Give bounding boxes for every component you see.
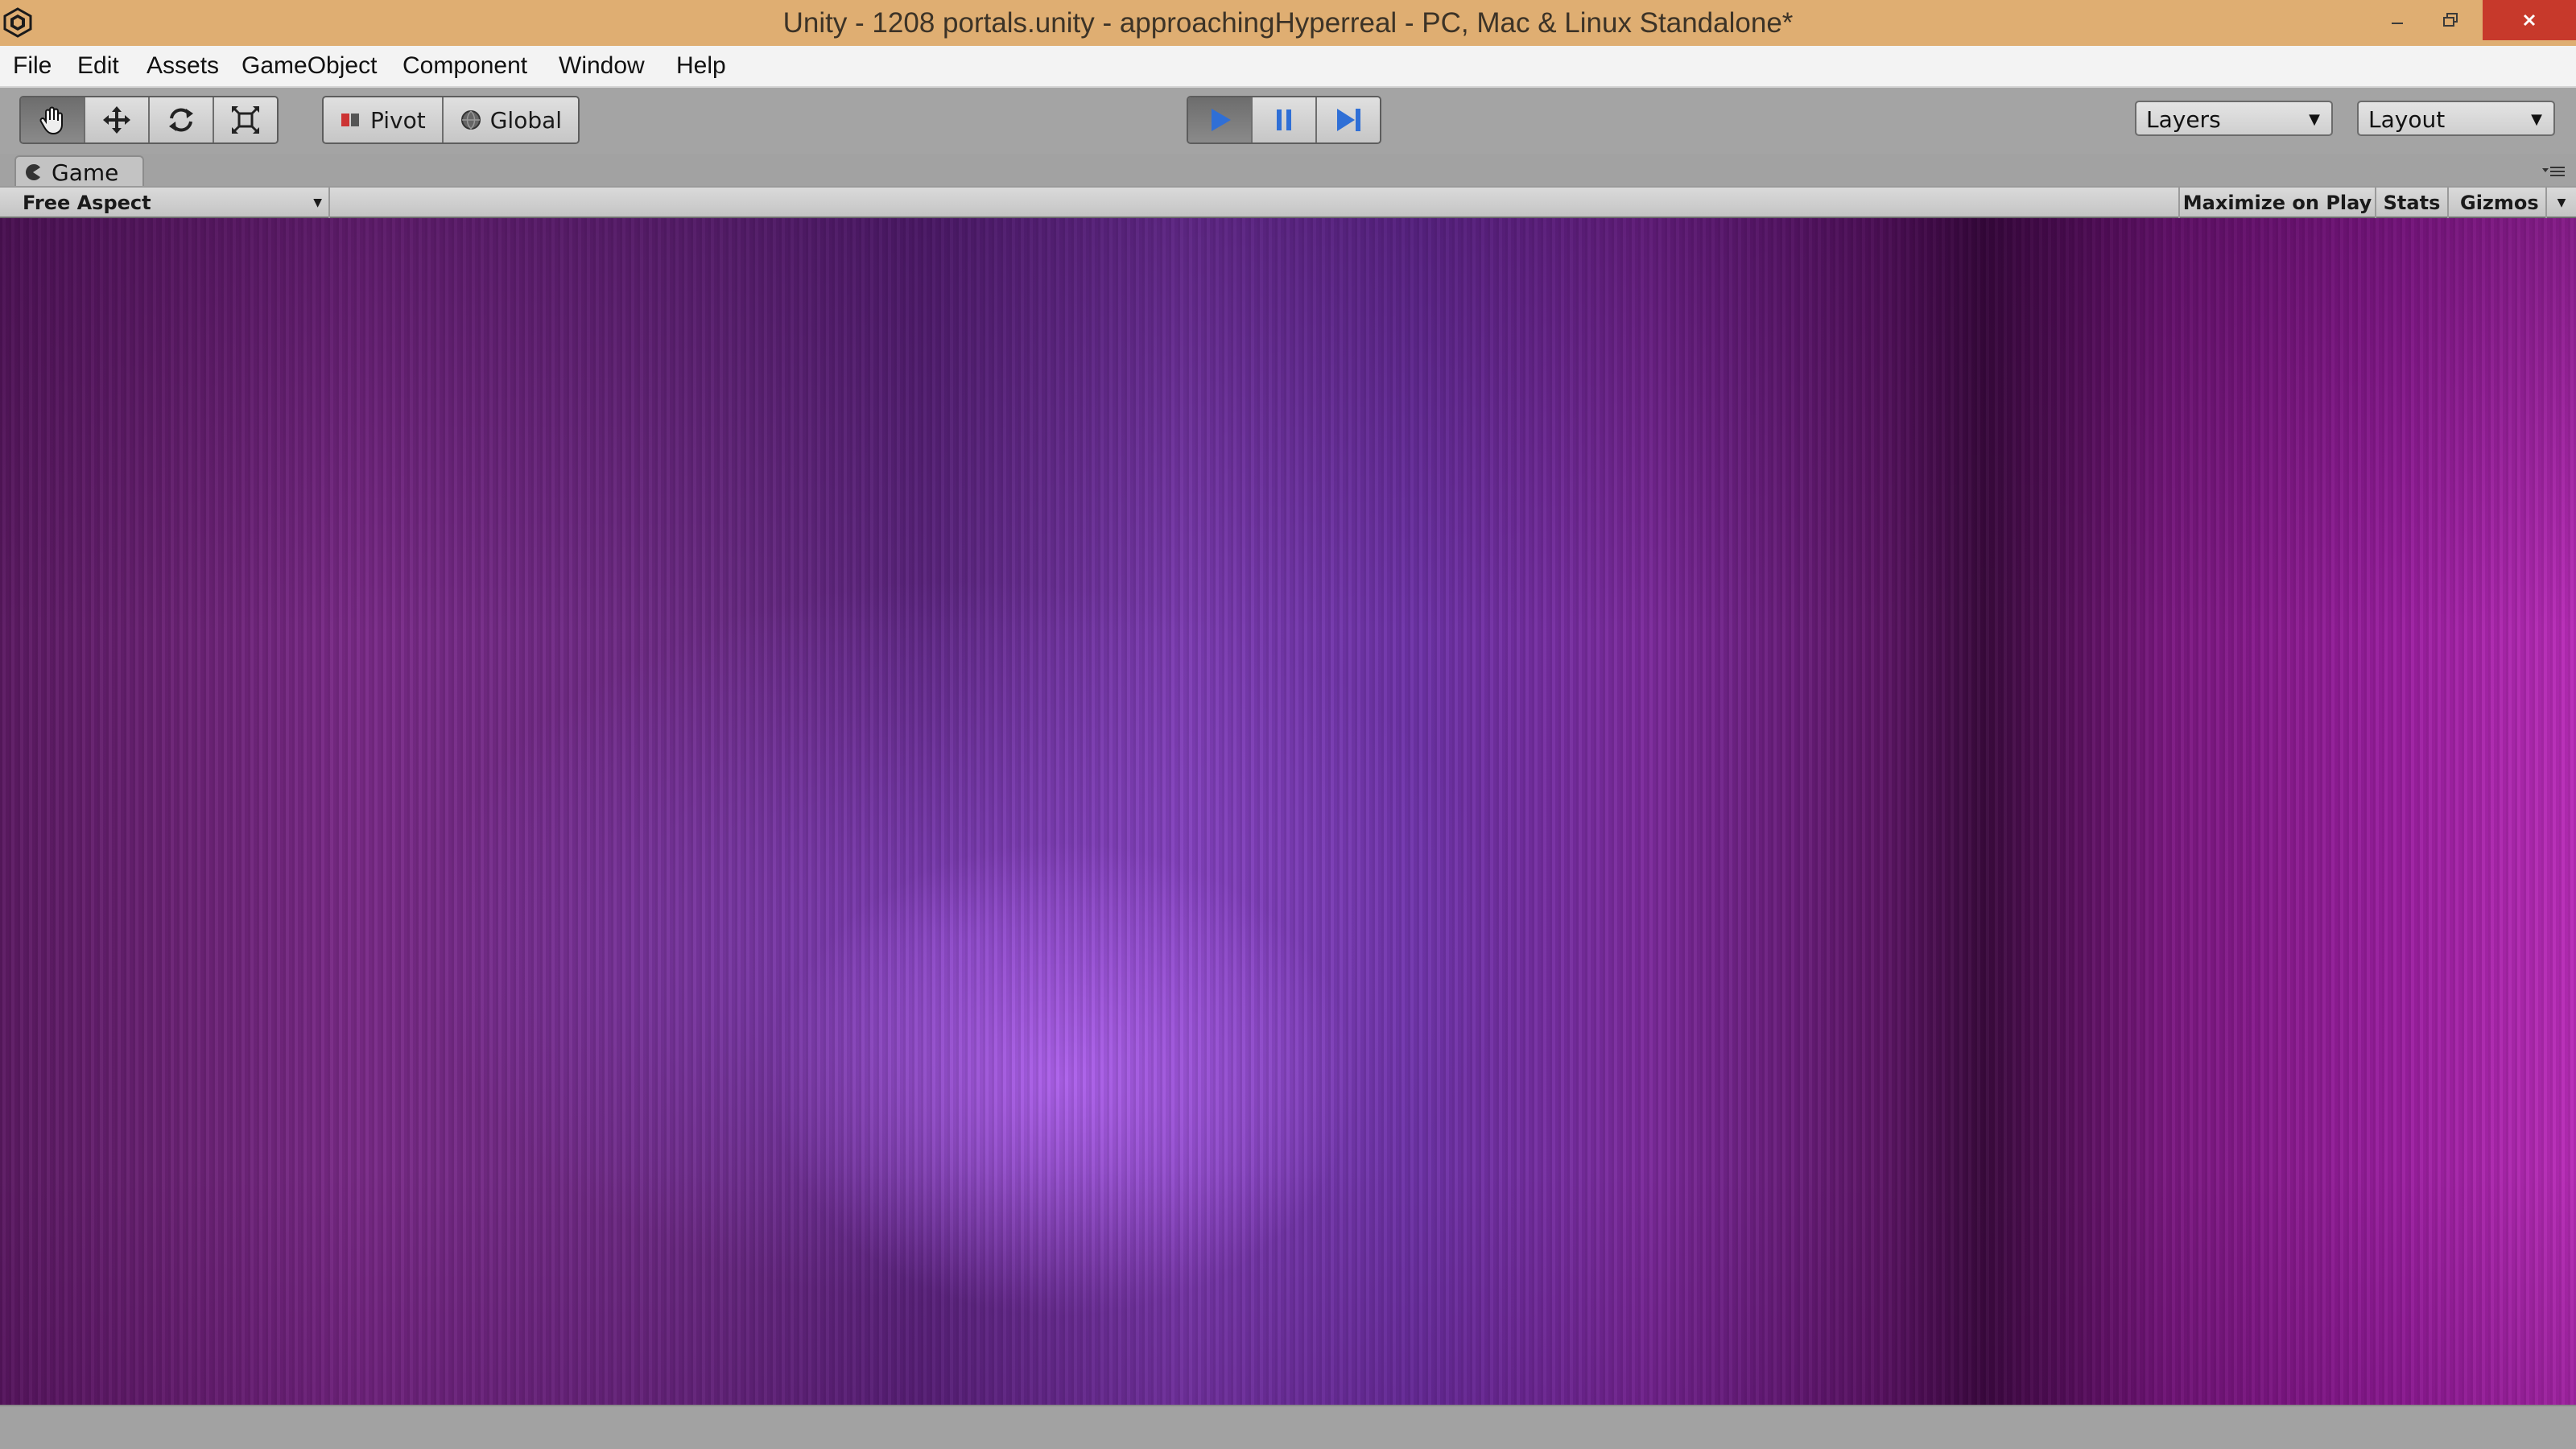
play-icon (1212, 109, 1231, 131)
scale-icon (231, 105, 260, 134)
layers-label: Layers (2146, 106, 2221, 133)
close-icon (2523, 14, 2536, 27)
stats-toggle[interactable]: Stats (2375, 188, 2447, 218)
menu-edit[interactable]: Edit (77, 46, 119, 86)
pivot-global-group: Pivot Global (322, 96, 580, 144)
aspect-dropdown[interactable]: Free Aspect ▼ (11, 188, 330, 218)
pivot-label: Pivot (370, 106, 426, 134)
transform-tools (19, 96, 279, 144)
move-tool-button[interactable] (85, 97, 150, 142)
close-button[interactable] (2483, 0, 2576, 40)
pivot-toggle[interactable]: Pivot (324, 97, 444, 142)
rotate-icon (169, 108, 193, 132)
minimize-icon (2392, 23, 2403, 24)
restore-button[interactable] (2418, 0, 2483, 40)
title-bar: Unity - 1208 portals.unity - approaching… (0, 0, 2576, 46)
menu-help[interactable]: Help (676, 46, 726, 86)
game-toolbar: Free Aspect ▼ Maximize on Play Stats Giz… (0, 186, 2576, 218)
pause-button[interactable] (1253, 97, 1317, 142)
global-toggle[interactable]: Global (443, 97, 579, 142)
tab-game[interactable]: Game (14, 155, 145, 188)
pivot-icon (341, 114, 359, 126)
panel-tab-bar: Game (0, 154, 2576, 188)
move-icon (103, 106, 130, 134)
rotate-tool-button[interactable] (150, 97, 214, 142)
play-controls (1187, 96, 1381, 144)
layout-dropdown[interactable]: Layout ▼ (2357, 101, 2555, 136)
gizmos-toggle[interactable]: Gizmos (2447, 188, 2545, 218)
panel-menu-icon[interactable] (2541, 160, 2566, 180)
layout-label: Layout (2368, 106, 2446, 133)
menu-bar: File Edit Assets GameObject Component Wi… (0, 46, 2576, 88)
pacman-icon (26, 164, 40, 180)
game-render-shading (0, 218, 2576, 1405)
global-label: Global (489, 106, 563, 134)
main-toolbar: Pivot Global Layers ▼ Layout ▼ (0, 88, 2576, 155)
menu-assets[interactable]: Assets (147, 46, 219, 86)
dropdown-arrow-icon: ▼ (2531, 111, 2542, 128)
scale-tool-button[interactable] (214, 97, 277, 142)
layers-dropdown[interactable]: Layers ▼ (2135, 101, 2333, 136)
menu-file[interactable]: File (13, 46, 52, 86)
maximize-on-play-toggle[interactable]: Maximize on Play (2178, 188, 2375, 218)
window-title: Unity - 1208 portals.unity - approaching… (782, 7, 1794, 39)
game-view[interactable] (0, 218, 2576, 1405)
dropdown-arrow-icon: ▼ (313, 196, 322, 209)
menu-gameobject[interactable]: GameObject (242, 46, 377, 86)
gizmos-dropdown-arrow-icon[interactable]: ▼ (2545, 188, 2576, 218)
play-button[interactable] (1188, 97, 1253, 142)
pause-icon (1277, 109, 1291, 130)
menu-window[interactable]: Window (559, 46, 645, 86)
hand-tool-button[interactable] (21, 97, 85, 142)
step-button[interactable] (1317, 97, 1380, 142)
dropdown-arrow-icon: ▼ (2309, 111, 2320, 128)
restore-icon (2443, 13, 2458, 27)
hand-icon (39, 106, 63, 135)
menu-component[interactable]: Component (402, 46, 527, 86)
tab-game-label: Game (52, 159, 119, 186)
step-icon (1337, 109, 1360, 131)
status-bar (0, 1405, 2576, 1449)
globe-icon (460, 110, 481, 130)
aspect-label: Free Aspect (23, 192, 151, 214)
